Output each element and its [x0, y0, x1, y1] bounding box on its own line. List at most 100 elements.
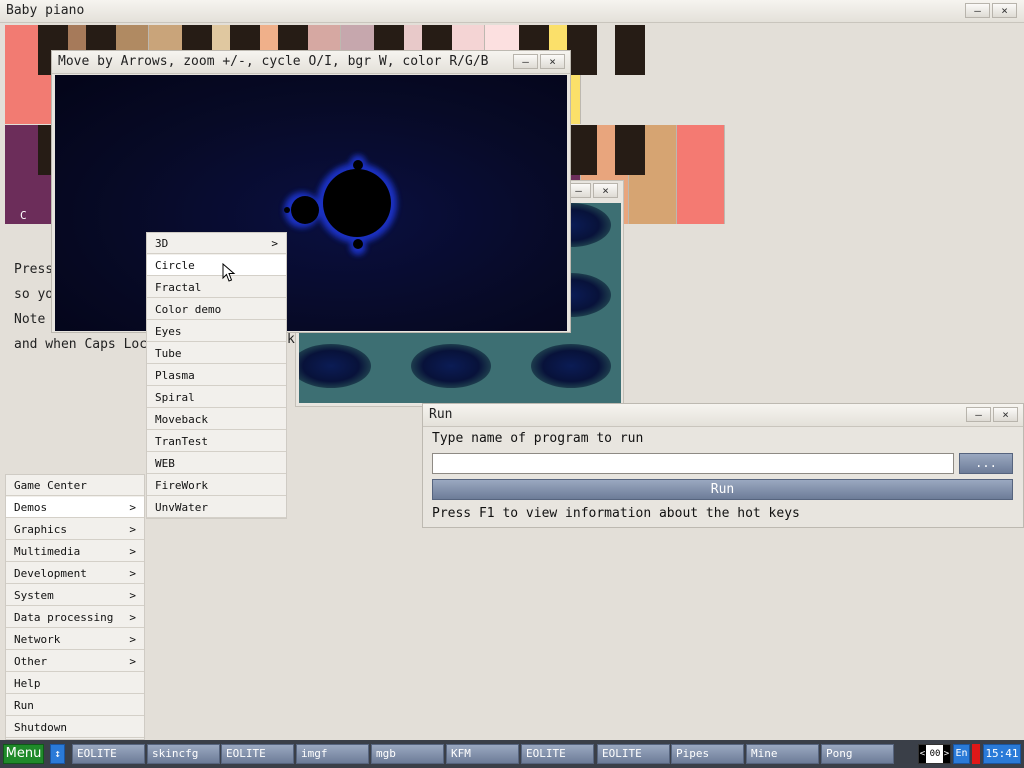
- demos-menu-item[interactable]: Moveback: [147, 409, 286, 430]
- window-title: Baby piano: [6, 3, 85, 18]
- taskbar-item[interactable]: imgf: [296, 744, 369, 764]
- menu-item-label: Shutdown: [14, 721, 67, 734]
- hotkeys-hint: Press F1 to view information about the h…: [432, 506, 800, 521]
- taskbar-item[interactable]: skincfg: [147, 744, 220, 764]
- demos-menu-item[interactable]: FireWork: [147, 475, 286, 496]
- taskbar-item[interactable]: EOLITE: [597, 744, 670, 764]
- fractal-canvas[interactable]: [55, 75, 567, 331]
- chevron-right-icon: >: [129, 545, 136, 558]
- program-name-input[interactable]: [432, 453, 954, 474]
- menu-item-label: Run: [14, 699, 34, 712]
- taskbar-item[interactable]: KFM: [446, 744, 519, 764]
- run-titlebar[interactable]: Run: [423, 404, 1023, 427]
- start-menu-item[interactable]: Network >: [6, 629, 144, 650]
- fractal-window: Move by Arrows, zoom +/-, cycle O/I, bgr…: [51, 50, 571, 333]
- window-title: Run: [429, 407, 453, 422]
- close-button[interactable]: ×: [540, 54, 565, 69]
- counter-value: 00: [929, 749, 941, 759]
- taskbar-item[interactable]: Pipes: [671, 744, 744, 764]
- start-menu-item[interactable]: Demos >: [6, 497, 144, 518]
- demos-menu-item[interactable]: UnvWater: [147, 497, 286, 518]
- help-text-fragment: k: [287, 332, 295, 347]
- minimize-button[interactable]: –: [513, 54, 538, 69]
- menu-item-label: Development: [14, 567, 87, 580]
- start-menu-item[interactable]: System >: [6, 585, 144, 606]
- chevron-right-icon: >: [129, 655, 136, 668]
- run-button[interactable]: Run: [432, 479, 1013, 500]
- counter-left-arrow-icon[interactable]: <: [919, 745, 926, 763]
- chevron-right-icon: >: [129, 567, 136, 580]
- menu-item-label: Graphics: [14, 523, 67, 536]
- demos-submenu: 3D > Circle Fractal Color demo Eyes Tube Plasma…: [146, 232, 287, 519]
- menu-item-label: Color demo: [155, 303, 222, 316]
- taskbar-item[interactable]: Pong: [821, 744, 894, 764]
- mouse-cursor-icon: [222, 263, 236, 282]
- start-menu-item[interactable]: Graphics >: [6, 519, 144, 540]
- piano-black-key[interactable]: [615, 25, 645, 75]
- menu-item-label: Data processing: [14, 611, 114, 624]
- taskbar-item[interactable]: EOLITE: [521, 744, 594, 764]
- taskbar-item[interactable]: Mine: [746, 744, 819, 764]
- close-button[interactable]: ×: [993, 407, 1018, 422]
- start-menu-item[interactable]: Shutdown: [6, 717, 144, 738]
- menu-item-label: Game Center: [14, 479, 87, 492]
- menu-item-label: 3D: [155, 237, 169, 250]
- menu-item-label: Network: [14, 633, 61, 646]
- menu-item-label: FireWork: [155, 479, 208, 492]
- piano-black-key[interactable]: [567, 25, 597, 75]
- menu-item-label: System: [14, 589, 54, 602]
- taskbar-item[interactable]: mgb: [371, 744, 444, 764]
- menu-item-label: Other: [14, 655, 48, 668]
- run-dialog: Run – × Type name of program to run ... …: [422, 403, 1024, 528]
- chevron-right-icon: >: [129, 633, 136, 646]
- menu-item-label: Spiral: [155, 391, 195, 404]
- browse-button[interactable]: ...: [959, 453, 1013, 474]
- taskbar-item[interactable]: EOLITE: [72, 744, 145, 764]
- counter-right-arrow-icon[interactable]: >: [943, 745, 950, 763]
- baby-piano-titlebar[interactable]: Baby piano: [0, 0, 1024, 23]
- start-menu: Game Center Demos > Graphics > Multimedia > Dev…: [5, 474, 145, 740]
- start-menu-item[interactable]: Data processing >: [6, 607, 144, 628]
- fractal-titlebar[interactable]: Move by Arrows, zoom +/-, cycle O/I, bgr…: [52, 51, 570, 74]
- close-button[interactable]: ×: [593, 183, 618, 198]
- red-status-indicator: [972, 744, 980, 764]
- start-menu-item[interactable]: Run: [6, 695, 144, 716]
- demos-menu-item[interactable]: Tube: [147, 343, 286, 364]
- minimize-button[interactable]: –: [965, 3, 990, 18]
- chevron-right-icon: >: [271, 237, 278, 250]
- demos-menu-item[interactable]: Eyes: [147, 321, 286, 342]
- demos-menu-item[interactable]: Spiral: [147, 387, 286, 408]
- menu-item-label: Demos: [14, 501, 48, 514]
- start-menu-item[interactable]: Game Center: [6, 475, 144, 496]
- demos-menu-item[interactable]: Color demo: [147, 299, 286, 320]
- demos-menu-item[interactable]: 3D >: [147, 233, 286, 254]
- chevron-right-icon: >: [129, 611, 136, 624]
- start-menu-item[interactable]: Multimedia >: [6, 541, 144, 562]
- minimize-button[interactable]: –: [966, 407, 991, 422]
- start-menu-item[interactable]: Development >: [6, 563, 144, 584]
- demos-menu-item[interactable]: Fractal: [147, 277, 286, 298]
- language-indicator[interactable]: En: [953, 744, 970, 764]
- piano-black-key[interactable]: [615, 125, 645, 175]
- run-prompt: Type name of program to run: [432, 431, 644, 446]
- menu-item-label: Tube: [155, 347, 182, 360]
- demos-menu-item[interactable]: Circle: [147, 255, 286, 276]
- window-title: Move by Arrows, zoom +/-, cycle O/I, bgr…: [58, 54, 489, 69]
- taskbar-item[interactable]: EOLITE: [221, 744, 294, 764]
- start-menu-item[interactable]: Other >: [6, 651, 144, 672]
- piano-white-key[interactable]: [677, 125, 725, 224]
- demos-menu-item[interactable]: WEB: [147, 453, 286, 474]
- chevron-right-icon: >: [129, 589, 136, 602]
- menu-item-label: Moveback: [155, 413, 208, 426]
- menu-button[interactable]: Menu: [3, 744, 44, 764]
- menu-item-label: Plasma: [155, 369, 195, 382]
- piano-black-key[interactable]: [567, 125, 597, 175]
- menu-item-label: Multimedia: [14, 545, 81, 558]
- demos-menu-item[interactable]: TranTest: [147, 431, 286, 452]
- menu-item-label: Circle: [155, 259, 195, 272]
- close-button[interactable]: ×: [992, 3, 1017, 18]
- clock[interactable]: 15:41: [983, 744, 1021, 764]
- switch-arrow-button[interactable]: ↕: [50, 744, 65, 764]
- start-menu-item[interactable]: Help: [6, 673, 144, 694]
- demos-menu-item[interactable]: Plasma: [147, 365, 286, 386]
